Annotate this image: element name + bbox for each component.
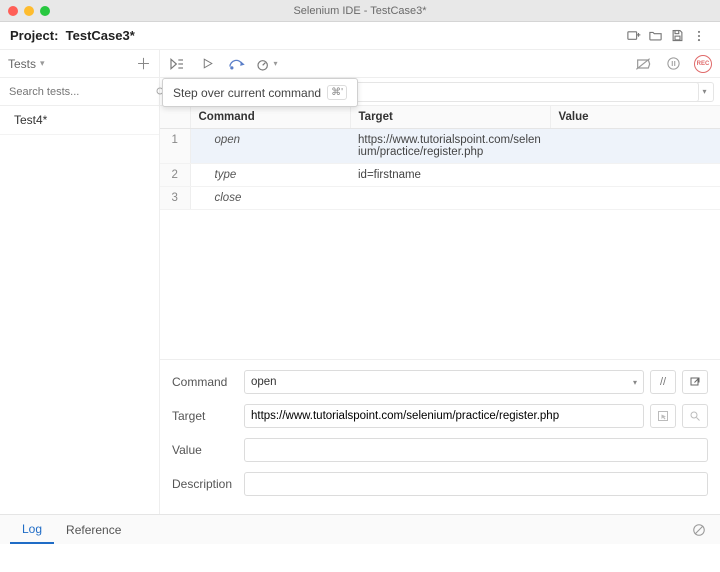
chevron-down-icon: ▾ (702, 87, 706, 96)
row-number: 3 (160, 187, 190, 210)
description-input[interactable] (244, 472, 708, 496)
main-panel: ▾ Command Target Value 1openhttps://www.… (160, 78, 720, 514)
row-command: open (190, 129, 350, 164)
project-bar: Project: TestCase3* (0, 22, 720, 50)
run-all-button[interactable] (166, 53, 188, 75)
find-target-button[interactable] (682, 404, 708, 428)
row-value (550, 129, 720, 164)
command-select[interactable]: open ▾ (244, 370, 644, 394)
table-row[interactable]: 2typeid=firstname (160, 164, 720, 187)
search-tests-wrap (0, 78, 159, 106)
run-all-icon (169, 57, 185, 71)
tab-log-label: Log (22, 522, 42, 536)
record-label: REC (697, 61, 710, 67)
titlebar: Selenium IDE - TestCase3* (0, 0, 720, 22)
test-item-label: Test4* (14, 113, 47, 127)
window-controls (0, 6, 50, 16)
row-value (550, 164, 720, 187)
description-label: Description (172, 477, 244, 491)
base-url-dropdown[interactable]: ▾ (696, 82, 714, 102)
save-project-button[interactable] (666, 25, 688, 47)
save-icon (670, 28, 685, 43)
search-icon (689, 410, 701, 422)
pause-icon (666, 56, 681, 71)
chevron-down-icon: ▾ (633, 378, 637, 387)
row-command: type (190, 164, 350, 187)
project-name: TestCase3* (66, 28, 135, 43)
project-label: Project: TestCase3* (10, 28, 135, 43)
bottom-bar: Log Reference (0, 514, 720, 544)
tests-panel-header[interactable]: Tests ▾ ＋ (0, 50, 160, 77)
new-project-button[interactable] (622, 25, 644, 47)
kebab-icon (692, 29, 706, 43)
more-menu-button[interactable] (688, 25, 710, 47)
disable-breakpoints-icon (635, 57, 651, 71)
content-area: Test4* ▾ Command Target Value 1openhttp (0, 78, 720, 514)
tests-header-label: Tests (8, 57, 36, 71)
chevron-down-icon: ▾ (273, 59, 277, 68)
step-over-icon (228, 57, 246, 71)
row-number: 2 (160, 164, 190, 187)
new-project-icon (626, 28, 641, 43)
select-target-button[interactable] (650, 404, 676, 428)
new-window-icon (689, 376, 701, 388)
chevron-down-icon: ▾ (40, 58, 45, 69)
tab-reference-label: Reference (66, 523, 121, 537)
clear-log-button[interactable] (688, 519, 710, 541)
target-label: Target (172, 409, 244, 423)
play-icon (201, 57, 214, 70)
toggle-command-enabled-button[interactable]: // (650, 370, 676, 394)
row-target: https://www.tutorialspoint.com/selenium/… (350, 129, 550, 164)
tooltip-shortcut: ⌘' (327, 85, 347, 100)
tests-sidebar: Test4* (0, 78, 160, 514)
target-input[interactable] (244, 404, 644, 428)
open-project-button[interactable] (644, 25, 666, 47)
tab-log[interactable]: Log (10, 516, 54, 544)
project-label-text: Project: (10, 28, 58, 43)
no-symbol-icon (692, 523, 706, 537)
speed-button[interactable]: ▾ (256, 53, 278, 75)
tab-reference[interactable]: Reference (54, 517, 133, 543)
search-tests-input[interactable] (5, 83, 155, 101)
value-input[interactable] (244, 438, 708, 462)
col-target[interactable]: Target (350, 106, 550, 129)
tooltip-text: Step over current command (173, 86, 321, 100)
minimize-window-icon[interactable] (24, 6, 34, 16)
table-header-row: Command Target Value (160, 106, 720, 129)
value-label: Value (172, 443, 244, 457)
toolbar-row: Tests ▾ ＋ ▾ REC Step over current comman… (0, 50, 720, 78)
close-window-icon[interactable] (8, 6, 18, 16)
row-target (350, 187, 550, 210)
command-form: Command open ▾ // Target (160, 359, 720, 514)
col-command[interactable]: Command (190, 106, 350, 129)
disable-breakpoints-button[interactable] (632, 53, 654, 75)
record-button[interactable]: REC (692, 53, 714, 75)
open-new-window-button[interactable] (682, 370, 708, 394)
command-select-value: open (251, 376, 277, 388)
gauge-icon (256, 57, 272, 71)
step-over-tooltip: Step over current command ⌘' (162, 78, 358, 107)
commands-grid: Command Target Value 1openhttps://www.tu… (160, 106, 720, 359)
command-label: Command (172, 375, 244, 389)
test-item-test4[interactable]: Test4* (0, 106, 159, 135)
add-test-button[interactable]: ＋ (136, 53, 151, 74)
folder-open-icon (648, 28, 663, 43)
zoom-window-icon[interactable] (40, 6, 50, 16)
table-row[interactable]: 1openhttps://www.tutorialspoint.com/sele… (160, 129, 720, 164)
step-over-button[interactable] (226, 53, 248, 75)
row-number: 1 (160, 129, 190, 164)
row-command: close (190, 187, 350, 210)
row-target: id=firstname (350, 164, 550, 187)
pause-on-exceptions-button[interactable] (662, 53, 684, 75)
row-value (550, 187, 720, 210)
table-row[interactable]: 3close (160, 187, 720, 210)
cursor-icon (657, 410, 669, 422)
record-icon: REC (694, 55, 712, 73)
window-title: Selenium IDE - TestCase3* (0, 5, 720, 17)
col-value[interactable]: Value (550, 106, 720, 129)
main-toolbar: ▾ REC (160, 50, 720, 77)
run-current-button[interactable] (196, 53, 218, 75)
